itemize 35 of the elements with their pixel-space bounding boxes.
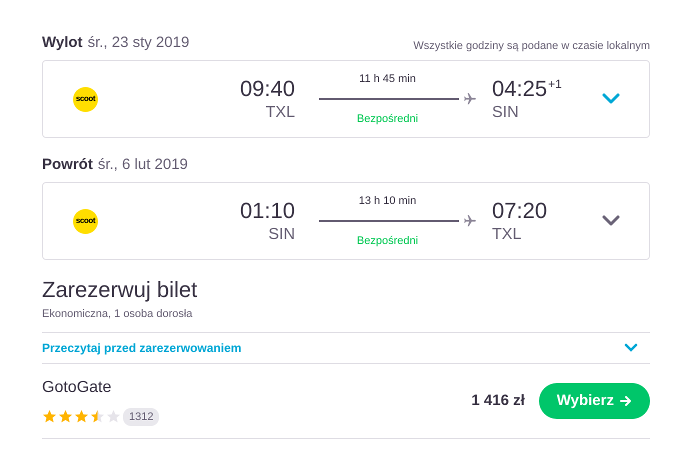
airplane-icon xyxy=(462,214,476,228)
select-button[interactable]: Wybierz xyxy=(538,382,650,419)
airline-logo: scoot xyxy=(73,86,98,112)
leg-label: Wylot xyxy=(42,32,83,52)
chevron-down-icon[interactable] xyxy=(602,215,620,227)
info-link[interactable]: Przeczytaj przed zarezerwowaniem xyxy=(42,338,242,356)
departure-time: 01:10 xyxy=(240,197,295,225)
timezone-note: Wszystkie godziny są podane w czasie lokalnym xyxy=(413,38,650,54)
info-row[interactable]: Przeczytaj przed zarezerwowaniem xyxy=(42,332,650,364)
flight-duration: 13 h 10 min xyxy=(358,194,418,209)
arrow-right-icon xyxy=(620,394,632,407)
flight-card[interactable]: scoot 01:10 SIN 13 h 10 min Bezpośredni 07:20 TXL xyxy=(42,182,650,260)
price: 1 416 zł xyxy=(471,390,525,410)
day-offset: +1 xyxy=(548,76,562,93)
leg-date: śr., 23 sty 2019 xyxy=(88,32,190,52)
stops-label: Bezpośredni xyxy=(356,234,420,248)
departure-airport: SIN xyxy=(268,225,295,245)
arrival-airport: SIN xyxy=(492,103,519,123)
chevron-down-icon xyxy=(624,342,638,352)
review-count: 1312 xyxy=(123,408,160,426)
arrival-time: 04:25 xyxy=(492,75,548,103)
booking-title: Zarezerwuj bilet xyxy=(42,276,198,304)
flight-duration: 11 h 45 min xyxy=(359,72,417,87)
stops-label: Bezpośredni xyxy=(356,112,420,126)
leg-label: Powrót xyxy=(42,154,93,174)
leg-date: śr., 6 lut 2019 xyxy=(98,154,188,174)
chevron-down-icon[interactable] xyxy=(602,93,620,105)
arrival-airport: TXL xyxy=(492,225,522,245)
airplane-icon xyxy=(462,92,476,106)
arrival-time: 07:20 xyxy=(492,197,548,225)
departure-time: 09:40 xyxy=(240,75,295,103)
departure-airport: TXL xyxy=(266,103,295,123)
booking-subtitle: Ekonomiczna, 1 osoba dorosła xyxy=(42,307,194,322)
provider-name: GotoGate xyxy=(42,378,112,398)
airline-logo: scoot xyxy=(73,208,98,234)
